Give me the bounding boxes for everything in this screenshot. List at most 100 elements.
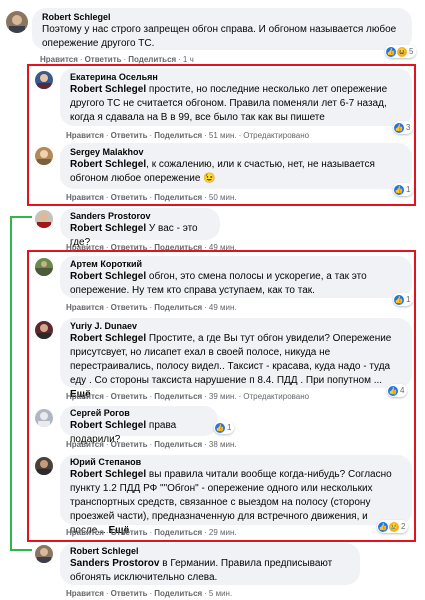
avatar[interactable] bbox=[35, 71, 53, 89]
avatar[interactable] bbox=[35, 409, 53, 427]
avatar[interactable] bbox=[35, 321, 53, 339]
laughing-face-icon: 😆 bbox=[397, 46, 407, 57]
reaction-count: 3 bbox=[406, 123, 411, 132]
comment-time[interactable]: 5 мин. bbox=[209, 589, 232, 598]
share-link[interactable]: Поделиться bbox=[154, 589, 202, 598]
like-link[interactable]: Нравится bbox=[66, 589, 104, 598]
mention-link[interactable]: Sanders Prostorov bbox=[70, 558, 159, 569]
avatar[interactable] bbox=[35, 457, 53, 475]
thumbs-up-icon: 👍 bbox=[378, 521, 388, 532]
comment-actions: Нравится · Ответить · Поделиться · 38 мин. bbox=[66, 440, 237, 449]
mention-link[interactable]: Robert Schlegel bbox=[70, 333, 146, 344]
edited-label[interactable]: Отредактировано bbox=[243, 131, 309, 140]
reply-link[interactable]: Ответить bbox=[111, 193, 148, 202]
comment-time[interactable]: 29 мин. bbox=[209, 528, 237, 537]
share-link[interactable]: Поделиться bbox=[154, 243, 202, 252]
thread-line-vertical bbox=[10, 216, 12, 550]
reply-link[interactable]: Ответить bbox=[111, 243, 148, 252]
like-link[interactable]: Нравится bbox=[66, 243, 104, 252]
reaction-count: 4 bbox=[400, 386, 405, 395]
like-link[interactable]: Нравится bbox=[66, 392, 104, 401]
comment-text: Sanders Prostorov в Германии. Правила пр… bbox=[70, 558, 333, 583]
comment-author[interactable]: Sergey Malakhov bbox=[70, 146, 402, 158]
comment-author[interactable]: Сергей Рогов bbox=[70, 407, 208, 419]
thumbs-up-icon: 👍 bbox=[394, 184, 404, 195]
reaction-summary[interactable]: 👍 4 bbox=[387, 384, 408, 397]
reaction-summary[interactable]: 👍 1 bbox=[214, 421, 235, 434]
share-link[interactable]: Поделиться bbox=[154, 193, 202, 202]
reply-link[interactable]: Ответить bbox=[111, 131, 148, 140]
comment-author[interactable]: Robert Schlegel bbox=[70, 545, 350, 557]
reaction-summary[interactable]: 👍 1 bbox=[393, 183, 414, 196]
comment-bubble: Артем Короткий Robert Schlegel обгон, эт… bbox=[60, 256, 412, 298]
reply-link[interactable]: Ответить bbox=[111, 392, 148, 401]
mention-link[interactable]: Robert Schlegel bbox=[70, 420, 146, 431]
share-link[interactable]: Поделиться bbox=[128, 55, 176, 64]
comment-author[interactable]: Артем Короткий bbox=[70, 258, 402, 270]
mention-link[interactable]: Robert Schlegel bbox=[70, 223, 146, 234]
like-link[interactable]: Нравится bbox=[66, 303, 104, 312]
comment-text: Robert Schlegel обгон, это смена полосы … bbox=[70, 271, 367, 296]
comment-time[interactable]: 38 мин. bbox=[209, 440, 237, 449]
comment-text: Поэтому у нас строго запрещен обгон спра… bbox=[42, 24, 397, 49]
comment-time[interactable]: 39 мин. bbox=[209, 392, 237, 401]
comment-time[interactable]: 1 ч bbox=[183, 55, 194, 64]
comment-author[interactable]: Sanders Prostorov bbox=[70, 210, 210, 222]
share-link[interactable]: Поделиться bbox=[154, 131, 202, 140]
comment-actions: Нравится · Ответить · Поделиться · 29 мин. bbox=[66, 528, 237, 537]
mention-link[interactable]: Robert Schlegel bbox=[70, 271, 146, 282]
mention-link[interactable]: Robert Schlegel bbox=[70, 84, 146, 95]
thumbs-up-icon: 👍 bbox=[394, 122, 404, 133]
reaction-count: 2 bbox=[401, 522, 406, 531]
mention-link[interactable]: Robert Schlegel bbox=[70, 469, 146, 480]
comment-bubble: Yuriy J. Dunaev Robert Schlegel Простите… bbox=[60, 318, 412, 400]
reaction-summary[interactable]: 👍 😆 5 bbox=[385, 45, 417, 58]
like-link[interactable]: Нравится bbox=[66, 131, 104, 140]
share-link[interactable]: Поделиться bbox=[154, 392, 202, 401]
reaction-summary[interactable]: 👍 😢 2 bbox=[377, 520, 409, 533]
like-link[interactable]: Нравится bbox=[66, 528, 104, 537]
comment-actions: Нравится · Ответить · Поделиться · 39 мин. · Отр… bbox=[66, 392, 310, 401]
edited-label[interactable]: Отредактировано bbox=[243, 392, 309, 401]
avatar[interactable] bbox=[35, 545, 53, 563]
avatar[interactable] bbox=[35, 210, 53, 228]
reaction-summary[interactable]: 👍 1 bbox=[393, 293, 414, 306]
comment-actions: Нравится · Ответить · Поделиться · 1 ч bbox=[40, 55, 194, 64]
comment-bubble: Robert Schlegel Sanders Prostorov в Герм… bbox=[60, 543, 360, 585]
mention-link[interactable]: Robert Schlegel bbox=[70, 159, 146, 170]
reply-link[interactable]: Ответить bbox=[111, 528, 148, 537]
comment-time[interactable]: 49 мин. bbox=[209, 303, 237, 312]
comment-time[interactable]: 51 мин. bbox=[209, 131, 237, 140]
reaction-summary[interactable]: 👍 3 bbox=[393, 121, 414, 134]
reply-link[interactable]: Ответить bbox=[85, 55, 122, 64]
comment-bubble: Сергей Рогов Robert Schlegel права подар… bbox=[60, 406, 218, 445]
comment-bubble: Robert Schlegel Поэтому у нас строго зап… bbox=[32, 8, 412, 50]
comment-bubble: Sergey Malakhov Robert Schlegel, к сожал… bbox=[60, 143, 412, 189]
comment-time[interactable]: 49 мин. bbox=[209, 243, 237, 252]
comment-actions: Нравится · Ответить · Поделиться · 49 мин. bbox=[66, 303, 237, 312]
sad-face-icon: 😢 bbox=[389, 521, 399, 532]
share-link[interactable]: Поделиться bbox=[154, 528, 202, 537]
like-link[interactable]: Нравится bbox=[40, 55, 78, 64]
share-link[interactable]: Поделиться bbox=[154, 303, 202, 312]
comment-time[interactable]: 50 мин. bbox=[209, 193, 237, 202]
comment-actions: Нравится · Ответить · Поделиться · 51 мин. · Отр… bbox=[66, 131, 310, 140]
comment-bubble: Екатерина Осельян Robert Schlegel прости… bbox=[60, 68, 412, 126]
comment-text: Robert Schlegel, к сожалению, или к счас… bbox=[70, 159, 375, 184]
avatar[interactable] bbox=[6, 11, 28, 33]
thread-line-top-branch bbox=[10, 216, 32, 218]
like-link[interactable]: Нравится bbox=[66, 440, 104, 449]
reaction-count: 1 bbox=[406, 295, 411, 304]
share-link[interactable]: Поделиться bbox=[154, 440, 202, 449]
reply-link[interactable]: Ответить bbox=[111, 303, 148, 312]
reply-link[interactable]: Ответить bbox=[111, 589, 148, 598]
like-link[interactable]: Нравится bbox=[66, 193, 104, 202]
avatar[interactable] bbox=[35, 258, 53, 276]
reaction-count: 1 bbox=[227, 423, 232, 432]
avatar[interactable] bbox=[35, 147, 53, 165]
comment-author[interactable]: Robert Schlegel bbox=[42, 11, 402, 23]
reply-link[interactable]: Ответить bbox=[111, 440, 148, 449]
comment-author[interactable]: Yuriy J. Dunaev bbox=[70, 320, 402, 332]
comment-author[interactable]: Екатерина Осельян bbox=[70, 71, 402, 83]
comment-author[interactable]: Юрий Степанов bbox=[70, 456, 402, 468]
